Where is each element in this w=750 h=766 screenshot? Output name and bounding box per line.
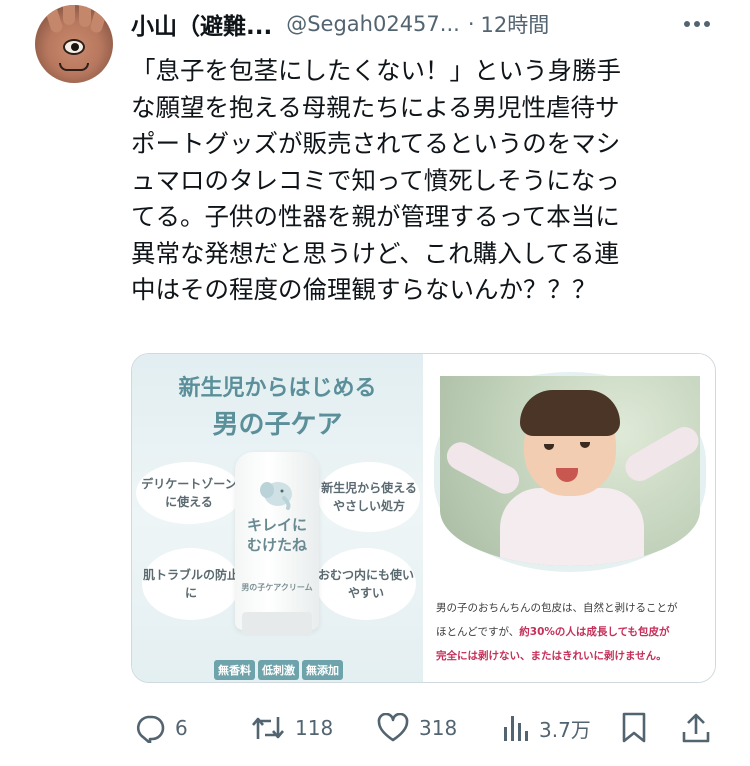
desc-line2-plain: ほとんどですが、 <box>436 626 520 638</box>
desc-line1: 男の子のおちんちんの包皮は、自然と剥けることが <box>436 602 678 614</box>
author-handle[interactable]: @Segah02457... <box>286 12 460 36</box>
reply-icon <box>136 715 165 743</box>
retweet-icon <box>252 717 284 739</box>
tweet-line: ポートグッズが販売されてるというのをマシ <box>131 129 621 158</box>
bookmark-icon <box>622 712 646 743</box>
media-image-right[interactable]: 男の子のおちんちんの包皮は、自然と剥けることが ほとんどですが、約30%の人は成… <box>426 354 715 682</box>
tag-additive-free: 無添加 <box>302 660 343 680</box>
views-icon <box>504 716 528 741</box>
view-count: 3.7万 <box>539 717 591 742</box>
tweet-line: 異常な発想だと思うけど、これ購入してる連 <box>131 238 620 268</box>
views-button[interactable]: 3.7万 <box>501 706 591 750</box>
more-icon <box>684 21 710 27</box>
bubble-skin-trouble: 肌トラブルの防止に <box>142 548 240 620</box>
bookmark-button[interactable] <box>621 706 647 750</box>
tweet-text: 「息子を包茎にしたくない！」という身勝手 な願望を抱える母親たちによる男児性虐待… <box>131 53 706 309</box>
desc-emphasis-1: 約30%の人は成長しても包皮が <box>519 626 670 638</box>
baby-photo <box>440 376 700 566</box>
desc-line2: ほとんどですが、約30%の人は成長しても包皮が <box>436 622 706 643</box>
tweet-line: てる。子供の性器を親が管理するって本当に <box>131 202 620 231</box>
tag-fragrance-free: 無香料 <box>214 660 255 680</box>
retweet-count: 118 <box>295 716 334 740</box>
bubble-diaper: おむつ内にも使いやすい <box>316 548 416 620</box>
retweet-button[interactable]: 118 <box>251 706 333 750</box>
ad-title-line1: 新生児からはじめる <box>178 376 377 401</box>
tweet-line: 「息子を包茎にしたくない！」という身勝手 <box>131 56 621 85</box>
reply-count: 6 <box>175 716 188 740</box>
tweet-line: な願望を抱える母親たちによる男児性虐待サ <box>131 92 620 122</box>
tweet-line: 中はその程度の倫理観すらないんか？？？ <box>131 275 597 304</box>
tag-low-irritation: 低刺激 <box>258 660 299 680</box>
header-separator: · <box>467 12 475 36</box>
desc-emphasis-2: 完全には剥けない、またはきれいに剥けません。 <box>436 650 667 662</box>
product-cap <box>242 612 312 636</box>
author-name[interactable]: 小山（避難... <box>131 7 272 41</box>
avatar-eye-drawing <box>63 39 85 55</box>
product-name-1: キレイに <box>246 516 307 534</box>
product-subtitle: 男の子ケアクリーム <box>241 583 313 592</box>
tweet-media[interactable]: 新生児からはじめる 男の子ケア デリケートゾーンに使える 新生児から使えるやさし… <box>131 353 716 683</box>
share-button[interactable] <box>681 706 711 750</box>
like-count: 318 <box>419 716 458 740</box>
product-name-2: むけたね <box>246 536 307 554</box>
product-tags: 無香料 低刺激 無添加 <box>214 660 343 680</box>
share-icon <box>682 713 710 743</box>
like-icon <box>377 713 409 742</box>
media-image-left[interactable]: 新生児からはじめる 男の子ケア デリケートゾーンに使える 新生児から使えるやさし… <box>132 354 423 682</box>
action-bar: 6 118 318 3.7万 <box>131 706 721 750</box>
bubble-delicate-zone: デリケートゾーンに使える <box>136 462 242 524</box>
bubble-newborn: 新生児から使えるやさしい処方 <box>318 462 420 532</box>
like-button[interactable]: 318 <box>377 706 457 750</box>
tweet-line: ュマロのタレコミで知って憤死しそうになっ <box>131 165 620 195</box>
ad-title-line2: 男の子ケア <box>212 410 343 440</box>
tweet-timestamp[interactable]: 12時間 <box>481 9 550 39</box>
more-button[interactable] <box>680 8 714 40</box>
elephant-icon <box>260 482 292 510</box>
avatar[interactable] <box>35 5 113 83</box>
tweet-header: 小山（避難... @Segah02457... · 12時間 <box>131 8 731 40</box>
reply-button[interactable]: 6 <box>135 706 188 750</box>
